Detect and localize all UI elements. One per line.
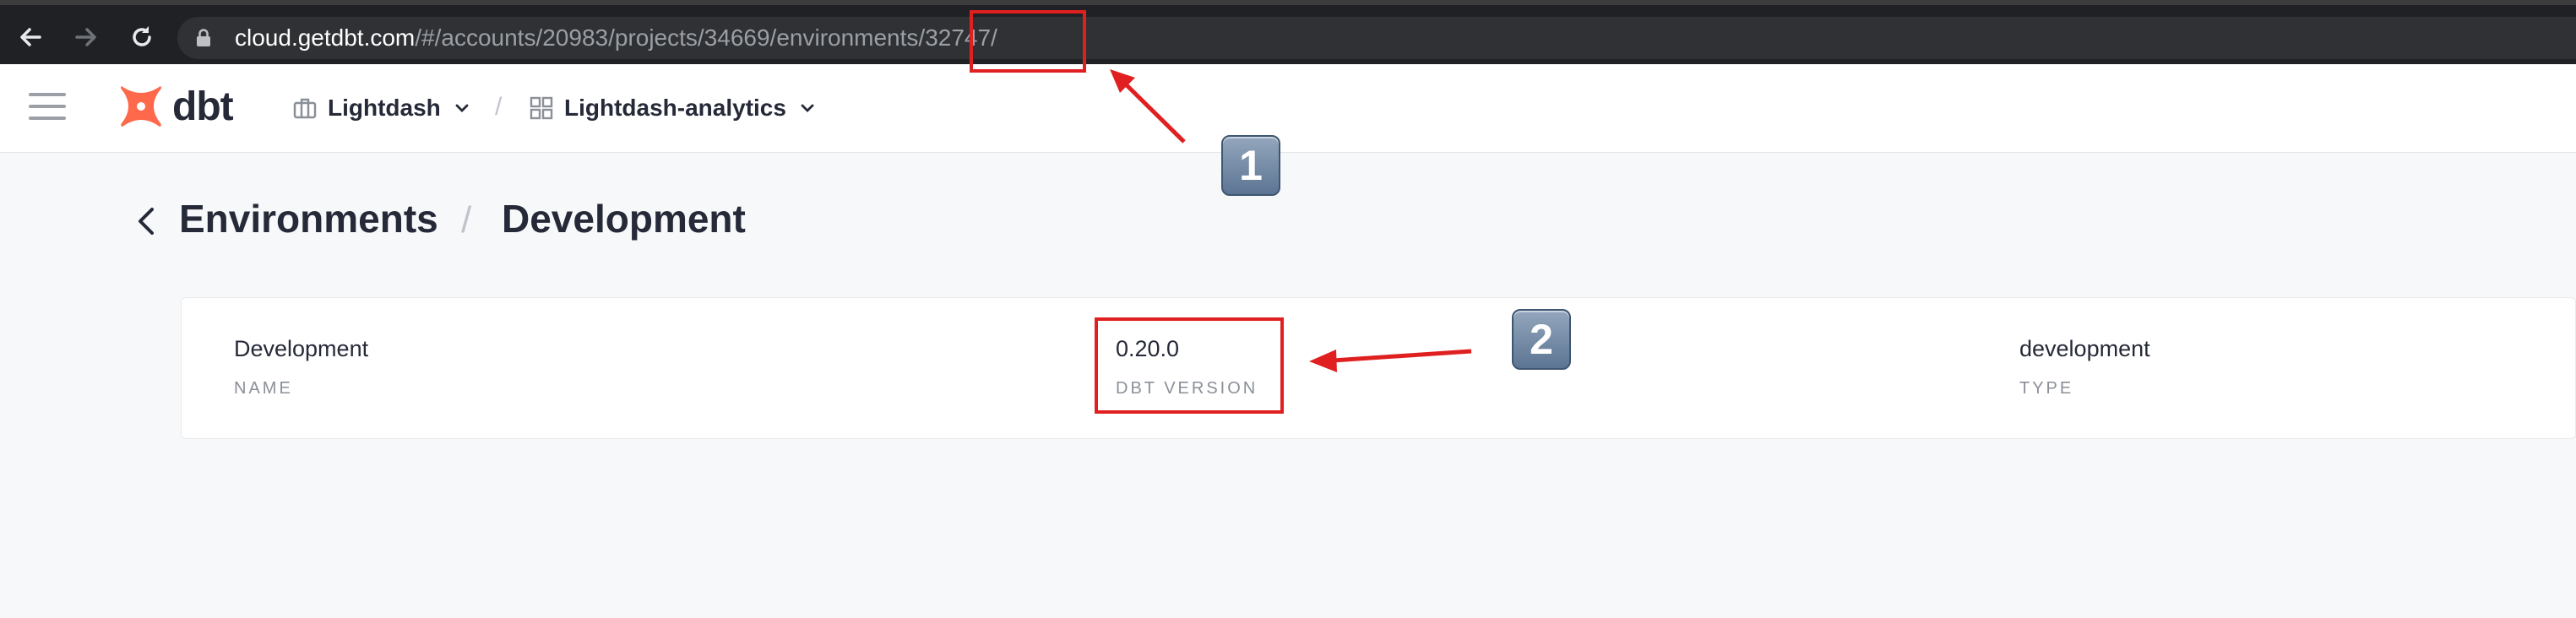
briefcase-icon <box>293 98 317 119</box>
back-chevron-icon[interactable] <box>133 204 159 238</box>
chevron-down-icon <box>801 104 814 112</box>
arrow-left-icon[interactable] <box>14 20 47 54</box>
address-bar[interactable]: cloud.getdbt.com/#/accounts/20983/projec… <box>177 17 2576 59</box>
environment-name-value: Development <box>234 336 369 361</box>
hamburger-menu-icon[interactable] <box>29 89 66 123</box>
header-separator: / <box>495 93 503 121</box>
url-id-highlight-box <box>970 10 1086 73</box>
annotation-badge-2: 2 <box>1512 309 1571 370</box>
reload-icon[interactable] <box>125 20 159 54</box>
browser-toolbar: cloud.getdbt.com/#/accounts/20983/projec… <box>0 0 2576 64</box>
url-text[interactable]: cloud.getdbt.com/#/accounts/20983/projec… <box>235 24 997 52</box>
environment-name-label: NAME <box>234 379 293 398</box>
page-title: Development <box>502 197 746 241</box>
url-path: /#/accounts/20983/projects/34669/environ… <box>415 24 997 51</box>
dbt-logo[interactable]: dbt <box>117 83 234 130</box>
project-selector[interactable]: Lightdash-analytics <box>529 89 815 127</box>
project-label: Lightdash-analytics <box>564 95 786 121</box>
breadcrumb-environments-link[interactable]: Environments <box>179 196 438 241</box>
environment-type-label: TYPE <box>2019 379 2074 398</box>
logo-text: dbt <box>172 84 234 129</box>
environment-type-value: development <box>2019 336 2150 361</box>
app-header: dbt Lightdash / Lightdash-analytics <box>0 64 2576 153</box>
dbt-version-highlight-box <box>1095 317 1284 414</box>
account-selector[interactable]: Lightdash <box>292 89 470 127</box>
dbt-logo-icon <box>121 86 161 127</box>
arrow-right-icon[interactable] <box>69 20 103 54</box>
breadcrumb-separator: / <box>461 199 472 241</box>
account-label: Lightdash <box>328 95 441 121</box>
grid-icon <box>530 96 553 120</box>
annotation-badge-1: 1 <box>1221 135 1280 196</box>
environment-details-card: Development NAME 0.20.0 DBT VERSION deve… <box>181 297 2576 439</box>
lock-icon <box>196 29 215 49</box>
url-host: cloud.getdbt.com <box>235 24 416 51</box>
screenshot-root: cloud.getdbt.com/#/accounts/20983/projec… <box>0 0 2576 618</box>
chevron-down-icon <box>455 104 469 112</box>
